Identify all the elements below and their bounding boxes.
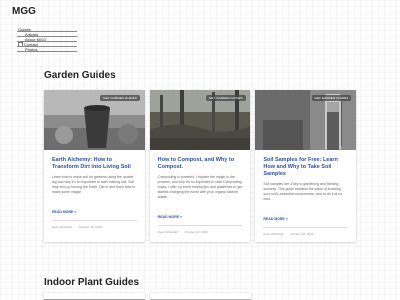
- indoor-card-list: [44, 293, 356, 300]
- card-date: October 18, 2020: [78, 225, 103, 229]
- main-nav: Guides Articles About MGG Contact Photos: [17, 27, 77, 52]
- guide-card[interactable]: [150, 293, 251, 300]
- nav-item-photos[interactable]: Photos: [17, 47, 77, 52]
- card-thumbnail-indoor-plant[interactable]: [44, 293, 145, 300]
- card-meta: Evan Whitehall October 18, 2020: [263, 227, 349, 236]
- card-title-link[interactable]: Soil Samples for Free: Learn How and Why…: [263, 157, 348, 178]
- garden-card-list: GET GARDEN GUIDES Earth Alchemy: How to …: [44, 90, 357, 242]
- guide-card[interactable]: GET GARDEN GUIDES Soil Samples for Free:…: [255, 90, 357, 242]
- card-title-link[interactable]: How to Compost, and Why to Compost.: [158, 157, 243, 171]
- card-meta: Evan Whitehall October 18, 2020: [52, 220, 137, 229]
- card-thumbnail-indoor-plant[interactable]: [150, 293, 251, 300]
- card-thumbnail-compost[interactable]: GET GARDEN GUIDES: [149, 90, 251, 150]
- read-more-link[interactable]: READ MORE »: [52, 210, 76, 214]
- category-badge[interactable]: GET GARDEN GUIDES: [100, 95, 140, 101]
- indoor-section-title: Indoor Plant Guides: [44, 277, 140, 288]
- card-thumbnail-soil-pot[interactable]: GET GARDEN GUIDES: [44, 90, 145, 150]
- card-meta: Evan Whitehall October 22, 2020: [157, 225, 243, 234]
- card-date: October 22, 2020: [184, 230, 208, 234]
- card-excerpt: Composting is powerful. I explain the ma…: [157, 175, 243, 199]
- card-date: October 18, 2020: [290, 232, 314, 236]
- card-author: Evan Whitehall: [263, 232, 284, 236]
- card-excerpt: Learn how to make soil for gardens using…: [52, 175, 136, 194]
- card-excerpt: Soil samples are a key to gardening and …: [263, 182, 343, 201]
- card-title-link[interactable]: Earth Alchemy: How to Transform Dirt int…: [52, 157, 137, 171]
- site-logo[interactable]: MGG: [12, 6, 36, 17]
- card-author: Evan Whitehall: [52, 225, 73, 229]
- read-more-link[interactable]: READ MORE »: [158, 215, 182, 219]
- card-thumbnail-soil-sample[interactable]: GET GARDEN GUIDES: [255, 90, 357, 150]
- guide-card[interactable]: [44, 293, 145, 300]
- category-badge[interactable]: GET GARDEN GUIDES: [311, 95, 352, 101]
- guide-card[interactable]: GET GARDEN GUIDES Earth Alchemy: How to …: [44, 90, 145, 242]
- guide-card[interactable]: GET GARDEN GUIDES How to Compost, and Wh…: [149, 90, 251, 242]
- garden-section-title: Garden Guides: [44, 70, 116, 81]
- card-author: Evan Whitehall: [157, 230, 178, 234]
- read-more-link[interactable]: READ MORE »: [263, 217, 287, 221]
- category-badge[interactable]: GET GARDEN GUIDES: [205, 95, 246, 101]
